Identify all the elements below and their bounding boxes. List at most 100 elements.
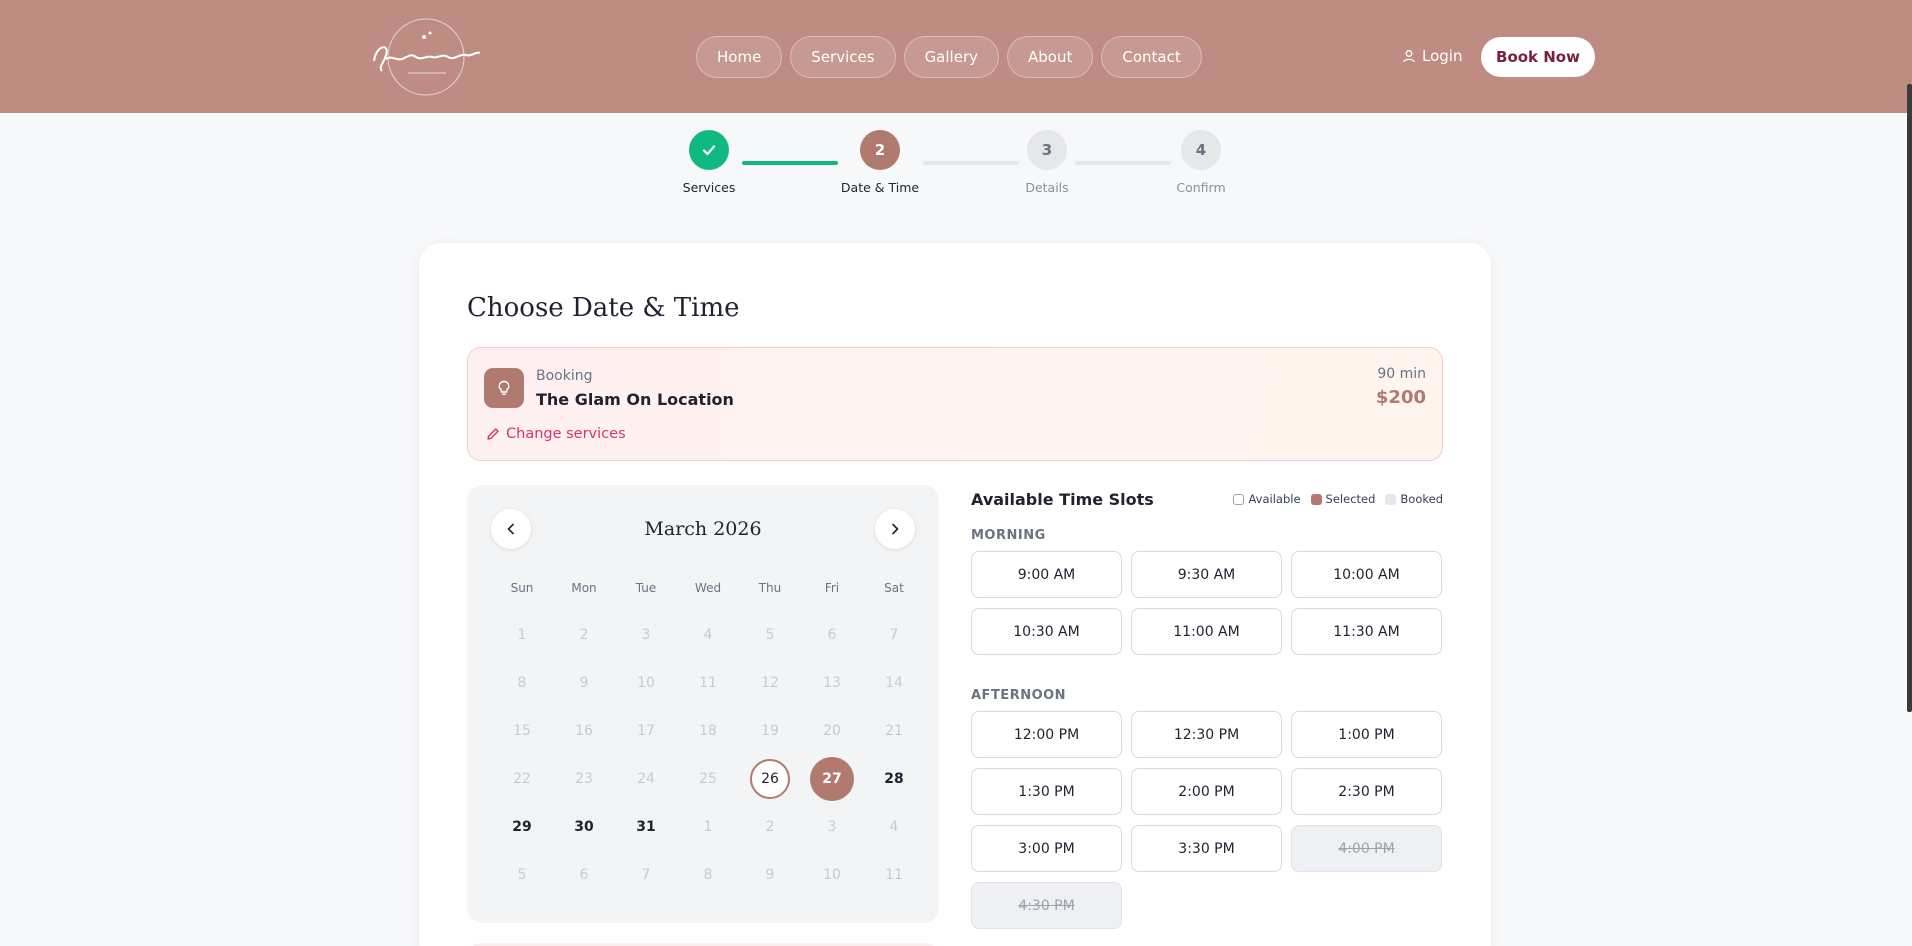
time-slot[interactable]: 3:00 PM [971,825,1122,872]
legend-booked-label: Booked [1400,492,1443,506]
calendar-day: 7 [615,851,677,899]
calendar-day-number: 12 [761,675,779,691]
calendar-day-number: 1 [703,819,713,835]
step-connector [1075,161,1171,165]
calendar-day: 8 [677,851,739,899]
calendar-day: 1 [491,611,553,659]
calendar-day-number: 10 [823,867,841,883]
time-slot[interactable]: 2:30 PM [1291,768,1442,815]
calendar-day: 7 [863,611,925,659]
weekday-label: Thu [758,581,782,595]
calendar-day-number: 18 [699,723,717,739]
calendar-day-number: 30 [574,819,594,835]
calendar-day-number: 2 [765,819,775,835]
calendar-day: 11 [677,659,739,707]
step-date-time[interactable]: 2 Date & Time [820,130,940,195]
weekday-label: Wed [694,581,722,595]
calendar-day-number: 25 [699,771,717,787]
calendar-day: 14 [863,659,925,707]
calendar-day-number: 23 [575,771,593,787]
booking-duration: 90 min [1377,366,1426,382]
calendar-day-number: 7 [641,867,651,883]
calendar-weekdays: Sun Mon Tue Wed Thu Fri Sat [491,581,925,595]
time-slot[interactable]: 11:30 AM [1291,608,1442,655]
change-services-link[interactable]: Change services [486,426,626,442]
calendar-day[interactable]: 30 [553,803,615,851]
calendar-day-number: 6 [827,627,837,643]
time-slot[interactable]: 11:00 AM [1131,608,1282,655]
step-date-time-circle: 2 [860,130,900,170]
main-nav: Home Services Gallery About Contact [696,36,1202,78]
calendar-day-number: 4 [703,627,713,643]
calendar-days: 1 2 3 4 5 6 7 8 9 10 11 12 13 14 15 16 17 18 19 20 21 22 23 24 2… [491,611,925,899]
lightbulb-icon [484,368,524,408]
calendar-day-number: 5 [765,627,775,643]
calendar-month: March 2026 [644,518,762,540]
calendar-day-number: 21 [885,723,903,739]
calendar-day: 5 [491,851,553,899]
calendar-day: 23 [553,755,615,803]
time-slot[interactable]: 3:30 PM [1131,825,1282,872]
pencil-icon [487,428,499,440]
check-icon [702,145,716,156]
step-connector-done [742,161,838,165]
weekday-label: Tue [635,581,657,595]
calendar-day: 10 [615,659,677,707]
time-slot[interactable]: 1:30 PM [971,768,1122,815]
nav-contact[interactable]: Contact [1101,36,1202,78]
nav-services[interactable]: Services [790,36,896,78]
login-label: Login [1422,47,1463,65]
calendar-day: 9 [739,851,801,899]
booking-stepper: Services 2 Date & Time 3 Details 4 Confi… [0,130,1912,200]
book-now-button[interactable]: Book Now [1481,37,1595,77]
calendar-day[interactable]: 28 [863,755,925,803]
calendar-day: 25 [677,755,739,803]
booking-price: $200 [1375,387,1426,408]
page-scrollbar[interactable] [1907,84,1912,712]
calendar-day: 8 [491,659,553,707]
time-slot-booked: 4:00 PM [1291,825,1442,872]
calendar-day-number: 28 [884,771,904,787]
calendar-day-number: 31 [636,819,656,835]
legend-booked: Booked [1385,492,1443,506]
time-slot[interactable]: 10:00 AM [1291,551,1442,598]
calendar-day-selected[interactable]: 27 [801,755,863,803]
calendar-day-today[interactable]: 26 [739,755,801,803]
calendar-day: 4 [863,803,925,851]
time-slot[interactable]: 1:00 PM [1291,711,1442,758]
time-slot-booked: 4:30 PM [971,882,1122,929]
step-confirm-label: Confirm [1176,180,1226,195]
login-link[interactable]: Login [1402,47,1462,65]
booking-label: Booking [536,368,593,384]
legend-available: Available [1233,492,1301,506]
nav-gallery[interactable]: Gallery [903,36,999,78]
chevron-right-icon [892,523,899,535]
calendar-day-number: 9 [765,867,775,883]
nav-about[interactable]: About [1007,36,1094,78]
next-month-button[interactable] [875,509,915,549]
calendar-day[interactable]: 29 [491,803,553,851]
time-slot[interactable]: 9:30 AM [1131,551,1282,598]
calendar-day: 18 [677,707,739,755]
calendar-day-number: 11 [885,867,903,883]
time-slot[interactable]: 12:00 PM [971,711,1122,758]
calendar-day: 17 [615,707,677,755]
time-slot[interactable]: 10:30 AM [971,608,1122,655]
time-slot[interactable]: 12:30 PM [1131,711,1282,758]
calendar-day[interactable]: 31 [615,803,677,851]
calendar-day: 4 [677,611,739,659]
nav-home[interactable]: Home [696,36,783,78]
available-swatch [1233,493,1245,505]
calendar-day-number: 16 [575,723,593,739]
time-slot[interactable]: 2:00 PM [1131,768,1282,815]
afternoon-label: AFTERNOON [971,688,1067,703]
time-slot[interactable]: 9:00 AM [971,551,1122,598]
step-details-label: Details [1025,180,1069,195]
legend-selected-label: Selected [1325,492,1376,506]
calendar-day: 9 [553,659,615,707]
step-date-time-label: Date & Time [840,180,920,195]
site-logo[interactable] [356,15,496,99]
calendar-day-number: 8 [517,675,527,691]
calendar-day: 10 [801,851,863,899]
calendar-day-number: 22 [513,771,531,787]
